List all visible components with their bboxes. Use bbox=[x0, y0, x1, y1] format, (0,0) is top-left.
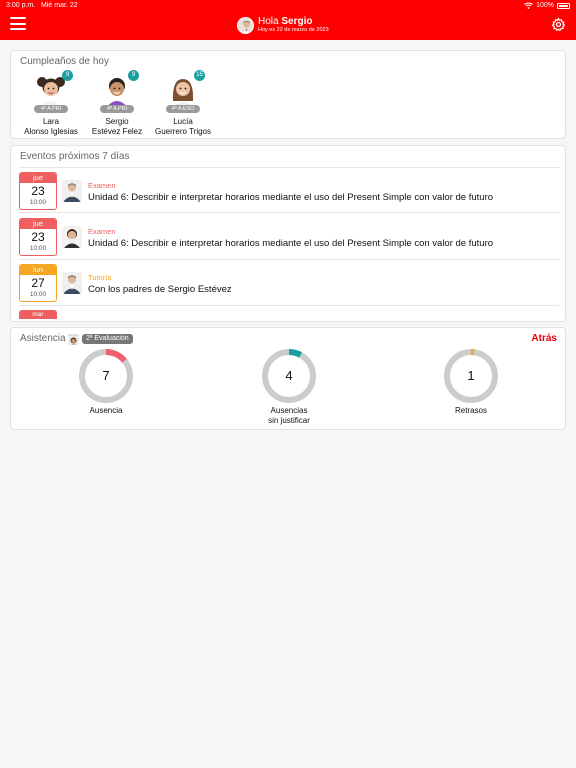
event-time: 10:00 bbox=[29, 199, 47, 206]
class-badge: 4º A PRI bbox=[34, 105, 68, 113]
status-date: Mié mar. 22 bbox=[41, 2, 78, 9]
event-row[interactable]: jue 23 10:00 Examen Unidad 6: Describir … bbox=[19, 214, 559, 260]
teacher-avatar bbox=[62, 180, 82, 202]
birthdays-title: Cumpleaños de hoy bbox=[20, 56, 109, 67]
student-photo: 9 4º A PRI bbox=[98, 70, 139, 113]
user-avatar bbox=[237, 16, 254, 34]
battery-percent: 100% bbox=[536, 2, 554, 9]
evaluation-badge[interactable]: 2ª Evaluación bbox=[82, 334, 133, 344]
attendance-title: Asistencia bbox=[20, 333, 66, 344]
event-weekday: jue bbox=[20, 219, 56, 229]
event-date: lun 27 10:00 bbox=[19, 264, 57, 302]
event-type: Examen bbox=[88, 181, 116, 190]
attendance-card: Asistencia 2ª Evaluación Atrás 7 Ausenci… bbox=[10, 327, 566, 430]
events-card: Eventos próximos 7 días jue 23 10:00 Exa… bbox=[10, 145, 566, 322]
student-first-name: Lucía bbox=[173, 117, 193, 126]
event-time: 10:00 bbox=[29, 291, 47, 298]
event-description: Unidad 6: Describir e interpretar horari… bbox=[88, 192, 494, 203]
event-day: 27 bbox=[31, 276, 45, 290]
student-photo: 9 4º A PRI bbox=[32, 70, 73, 113]
age-badge: 9 bbox=[128, 70, 139, 81]
student-last-name: Guerrero Trigos bbox=[154, 127, 212, 136]
battery-icon bbox=[557, 2, 570, 9]
late-arrivals-gauge[interactable]: 1 Retrasos bbox=[426, 348, 516, 416]
teacher-avatar bbox=[62, 272, 82, 294]
back-button[interactable]: Atrás bbox=[531, 333, 557, 344]
gear-icon[interactable] bbox=[551, 17, 566, 32]
class-badge: 4º A PRI bbox=[100, 105, 134, 113]
event-weekday: jue bbox=[20, 173, 56, 183]
birthday-person[interactable]: 15 4º A ESO Lucía Guerrero Trigos bbox=[143, 70, 223, 137]
gauge-label: Ausencia bbox=[89, 406, 123, 415]
gauge-value: 7 bbox=[102, 368, 110, 383]
user-greeting[interactable]: Hola Sergio Hoy es 22 de marzo de 2023 bbox=[237, 16, 329, 34]
age-badge: 9 bbox=[62, 70, 73, 81]
event-day: 23 bbox=[31, 230, 45, 244]
event-date: jue 23 10:00 bbox=[19, 218, 57, 256]
student-photo: 15 4º A ESO bbox=[164, 70, 205, 113]
absence-gauge[interactable]: 7 Ausencia bbox=[61, 348, 151, 416]
age-badge: 15 bbox=[194, 70, 205, 81]
event-row[interactable]: jue 23 10:00 Examen Unidad 6: Describir … bbox=[19, 167, 559, 213]
status-time: 3:00 p.m. bbox=[6, 2, 36, 9]
event-description: Unidad 6: Describir e interpretar horari… bbox=[88, 238, 494, 249]
event-type: Examen bbox=[88, 227, 116, 236]
gauge-label: Retrasos bbox=[454, 406, 487, 415]
event-row[interactable]: lun 27 10:00 Tutoría Con los padres de S… bbox=[19, 260, 559, 306]
wifi-icon bbox=[524, 2, 533, 9]
gauge-label: Ausencias sin justificar bbox=[268, 406, 310, 425]
event-weekday-partial: mar bbox=[19, 310, 57, 319]
unjustified-absence-gauge[interactable]: 4 Ausencias sin justificar bbox=[244, 348, 334, 425]
teacher-avatar bbox=[62, 226, 82, 248]
event-type: Tutoría bbox=[88, 273, 112, 282]
greeting-prefix: Hola bbox=[258, 16, 279, 27]
today-date: Hoy es 22 de marzo de 2023 bbox=[258, 27, 329, 33]
event-weekday: lun bbox=[20, 265, 56, 275]
event-date: jue 23 10:00 bbox=[19, 172, 57, 210]
app-header: 3:00 p.m. Mié mar. 22 100% Hola Sergio H… bbox=[0, 0, 576, 40]
event-day: 23 bbox=[31, 184, 45, 198]
birthdays-card: Cumpleaños de hoy 9 4º A PRI Lara Alonso… bbox=[10, 50, 566, 139]
hamburger-menu-icon[interactable] bbox=[10, 17, 26, 30]
student-avatar bbox=[68, 334, 79, 345]
user-name: Sergio bbox=[281, 16, 313, 27]
events-title: Eventos próximos 7 días bbox=[20, 151, 130, 162]
class-badge: 4º A ESO bbox=[166, 105, 200, 113]
status-bar: 3:00 p.m. Mié mar. 22 100% bbox=[0, 0, 576, 11]
event-time: 10:00 bbox=[29, 245, 47, 252]
gauge-value: 1 bbox=[467, 368, 475, 383]
gauge-value: 4 bbox=[285, 368, 293, 383]
event-description: Con los padres de Sergio Estévez bbox=[88, 284, 232, 295]
